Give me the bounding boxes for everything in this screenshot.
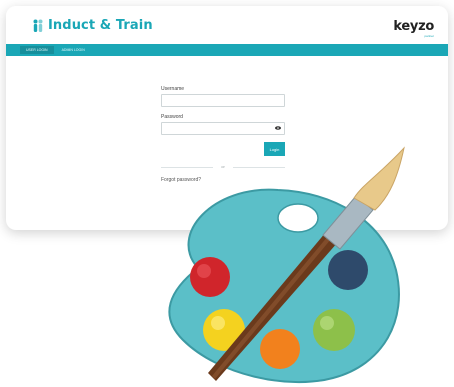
paint-red [190, 257, 230, 297]
login-nav: USER LOGIN ADMIN LOGIN [6, 44, 448, 56]
brand: Induct & Train [32, 18, 153, 33]
tab-admin-login[interactable]: ADMIN LOGIN [56, 46, 91, 54]
paint-red-shade [197, 264, 211, 278]
username-label: Username [161, 86, 185, 92]
password-field-wrapper [161, 122, 285, 141]
paint-green [313, 309, 355, 351]
page: Induct & Train keyzo partner USER LOGIN … [0, 0, 454, 387]
brush-bristles [353, 146, 405, 211]
palette-thumb-hole [277, 203, 319, 233]
partner-tagline: partner [424, 34, 434, 38]
person-icon [33, 19, 43, 32]
paint-navy [328, 250, 368, 290]
paint-orange [260, 329, 300, 369]
password-input[interactable] [162, 129, 278, 141]
tab-user-login[interactable]: USER LOGIN [20, 46, 54, 54]
username-field-wrapper [161, 94, 285, 113]
username-input[interactable] [162, 101, 278, 113]
paint-yellow-shade [211, 316, 225, 330]
paint-palette-illustration [168, 146, 405, 384]
partner-logo: keyzo partner [393, 18, 434, 38]
password-label: Password [161, 114, 183, 120]
paint-green-shade [320, 316, 334, 330]
app-title: Induct & Train [48, 18, 153, 33]
partner-logo-text: keyzo [393, 19, 434, 34]
eye-icon[interactable] [275, 126, 281, 130]
app-header: Induct & Train keyzo partner [6, 6, 448, 44]
